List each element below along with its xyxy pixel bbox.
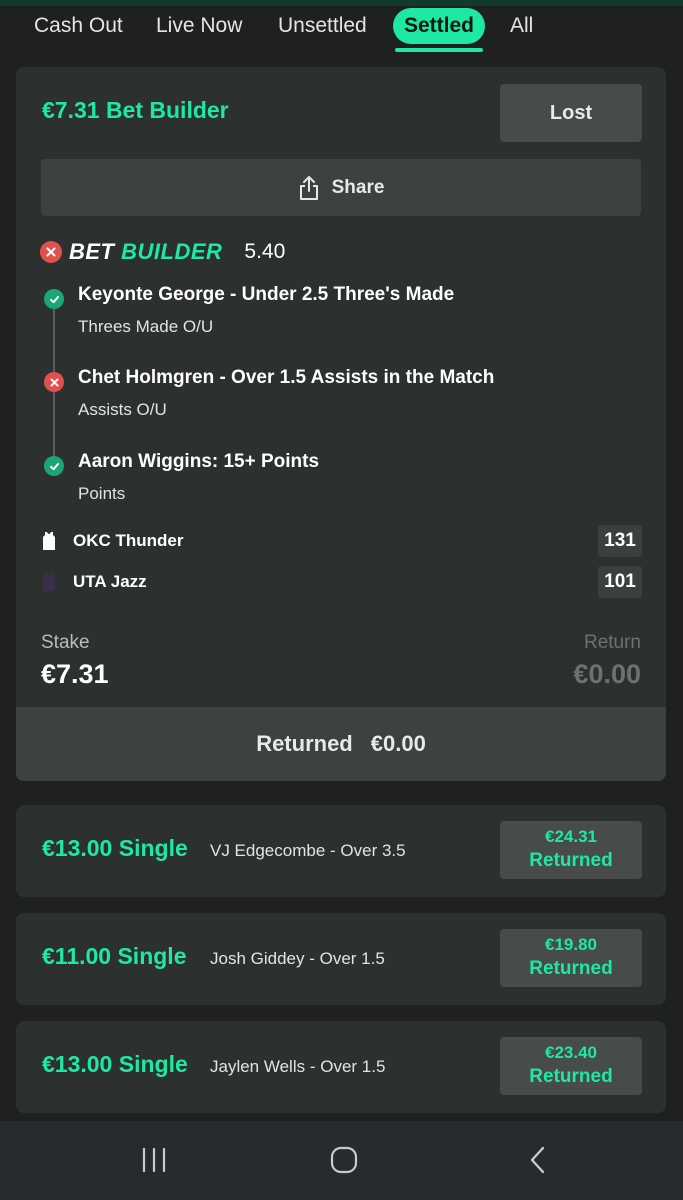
- share-button[interactable]: Share: [41, 159, 641, 216]
- bet-builder-card: €7.31 Bet Builder Lost Share BET BUILDER…: [16, 67, 666, 781]
- home-icon: [330, 1146, 358, 1174]
- leg-market: Assists O/U: [78, 400, 167, 419]
- team-row-away: UTA Jazz 101: [40, 566, 642, 598]
- single-bet-returned-button[interactable]: €19.80 Returned: [500, 929, 642, 987]
- tab-live-now[interactable]: Live Now: [156, 8, 242, 44]
- team-score: 101: [598, 566, 642, 598]
- leg-market: Points: [78, 484, 126, 503]
- back-button[interactable]: [522, 1145, 554, 1175]
- tab-all[interactable]: All: [510, 8, 533, 44]
- share-icon: [299, 175, 318, 200]
- bet-status-button[interactable]: Lost: [500, 84, 642, 142]
- return-value: €0.00: [573, 659, 641, 689]
- jersey-icon: [43, 573, 55, 591]
- returned-status: Returned: [529, 1066, 613, 1087]
- leg-won-check-icon: [44, 289, 64, 309]
- bet-builder-logo: BET BUILDER: [69, 239, 223, 264]
- leg-title: Aaron Wiggins: 15+ Points: [78, 451, 320, 472]
- leg-lost-x-icon: [44, 372, 64, 392]
- tab-settled[interactable]: Settled: [393, 8, 486, 44]
- recent-apps-icon: [142, 1147, 166, 1173]
- returned-amount: €23.40: [545, 1043, 597, 1062]
- tab-unsettled[interactable]: Unsettled: [278, 8, 367, 44]
- leg-market: Threes Made O/U: [78, 317, 214, 336]
- jersey-icon: [43, 532, 55, 550]
- stake-label: Stake: [41, 632, 90, 653]
- returned-label: Returned: [256, 731, 353, 756]
- top-status-strip: [0, 0, 683, 6]
- leg-won-check-icon: [44, 456, 64, 476]
- team-name: UTA Jazz: [73, 572, 147, 591]
- recent-apps-button[interactable]: [138, 1145, 170, 1175]
- single-bet-selection: Jaylen Wells - Over 1.5: [210, 1057, 386, 1076]
- stake-value: €7.31: [41, 659, 109, 689]
- bet-title: €7.31 Bet Builder: [42, 97, 229, 123]
- leg-title: Keyonte George - Under 2.5 Three's Made: [78, 284, 455, 305]
- single-bet-card[interactable]: €13.00 Single VJ Edgecombe - Over 3.5 €2…: [16, 805, 666, 897]
- tab-cash-out[interactable]: Cash Out: [34, 8, 123, 44]
- bet-odds: 5.40: [244, 240, 286, 263]
- team-name: OKC Thunder: [73, 531, 184, 550]
- leg-title: Chet Holmgren - Over 1.5 Assists in the …: [78, 367, 495, 388]
- single-bet-card[interactable]: €13.00 Single Jaylen Wells - Over 1.5 €2…: [16, 1021, 666, 1113]
- single-bet-selection: Josh Giddey - Over 1.5: [210, 949, 385, 968]
- team-row-home: OKC Thunder 131: [40, 525, 642, 557]
- single-bet-title: €13.00 Single: [42, 835, 188, 861]
- bet-builder-header: BET BUILDER 5.40: [40, 239, 285, 265]
- active-tab-indicator: [395, 48, 483, 52]
- share-label: Share: [331, 176, 385, 198]
- back-icon: [530, 1146, 545, 1174]
- return-label: Return: [583, 632, 641, 653]
- returned-status: Returned: [529, 850, 613, 871]
- lost-x-icon: [40, 241, 62, 263]
- home-button[interactable]: [328, 1145, 360, 1175]
- single-bet-card[interactable]: €11.00 Single Josh Giddey - Over 1.5 €19…: [16, 913, 666, 1005]
- returned-status: Returned: [529, 958, 613, 979]
- returned-amount: €19.80: [545, 935, 597, 954]
- team-score: 131: [598, 525, 642, 557]
- single-bet-returned-button[interactable]: €24.31 Returned: [500, 821, 642, 879]
- single-bet-title: €13.00 Single: [42, 1051, 188, 1077]
- returned-value: €0.00: [370, 731, 426, 756]
- returned-amount: €24.31: [545, 827, 597, 846]
- bet-status-tabs: Cash Out Live Now Unsettled Settled All: [0, 8, 683, 52]
- single-bet-title: €11.00 Single: [42, 943, 187, 969]
- returned-summary-bar: Returned €0.00: [16, 707, 666, 781]
- single-bet-selection: VJ Edgecombe - Over 3.5: [210, 841, 406, 860]
- system-navigation-bar: [0, 1121, 683, 1200]
- single-bet-returned-button[interactable]: €23.40 Returned: [500, 1037, 642, 1095]
